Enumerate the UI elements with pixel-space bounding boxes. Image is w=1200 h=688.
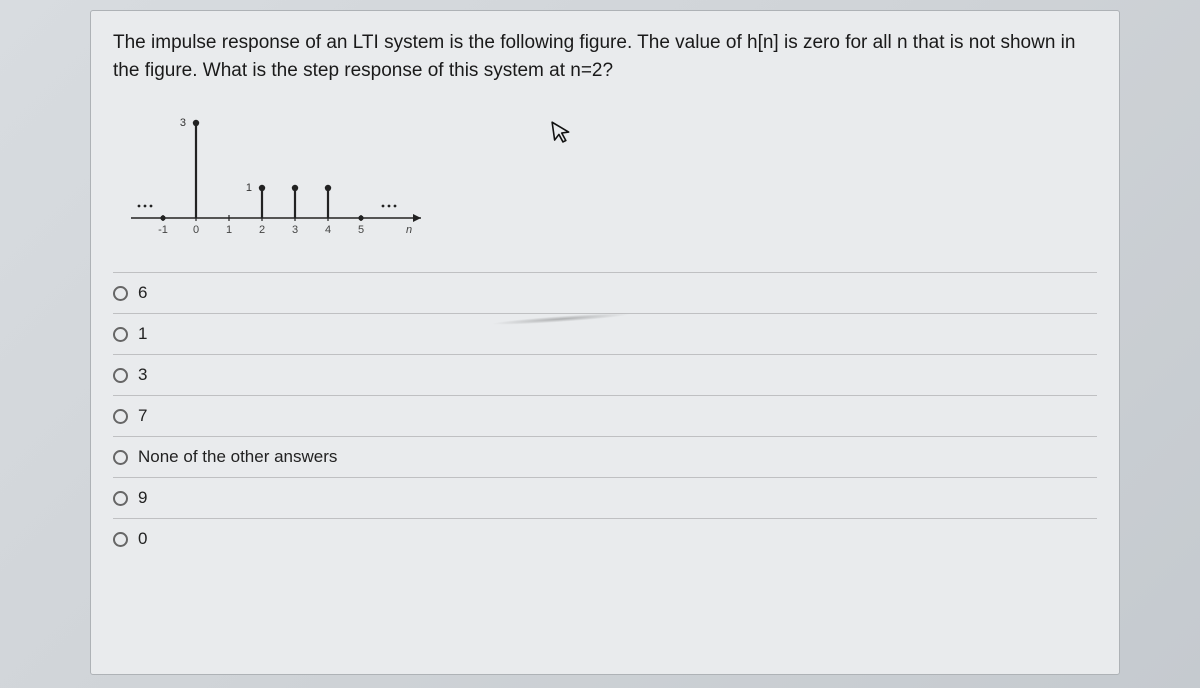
option-label: 0: [138, 529, 147, 549]
radio-icon[interactable]: [113, 368, 128, 383]
xtick: 4: [325, 224, 331, 236]
option-label: 7: [138, 406, 147, 426]
ymarker: 1: [246, 182, 252, 194]
question-text: The impulse response of an LTI system is…: [113, 29, 1097, 84]
option-label: 1: [138, 324, 147, 344]
cursor-icon: [549, 118, 575, 153]
option-label: 6: [138, 283, 147, 303]
radio-icon[interactable]: [113, 450, 128, 465]
stem-plot-svg: -1 0 1 2 3 4 5 n 3: [121, 98, 441, 248]
question-card: The impulse response of an LTI system is…: [90, 10, 1120, 675]
radio-icon[interactable]: [113, 286, 128, 301]
option-label: 9: [138, 488, 147, 508]
option-row[interactable]: 9: [113, 477, 1097, 518]
option-row[interactable]: 6: [113, 272, 1097, 313]
xtick: 2: [259, 224, 265, 236]
option-row[interactable]: 1: [113, 313, 1097, 354]
xtick: 3: [292, 224, 298, 236]
xlabel: n: [406, 224, 412, 236]
xtick: -1: [158, 224, 168, 236]
impulse-response-plot: -1 0 1 2 3 4 5 n 3: [121, 98, 1097, 258]
xtick: 1: [226, 224, 232, 236]
xtick: 0: [193, 224, 199, 236]
xtick: 5: [358, 224, 364, 236]
option-row[interactable]: None of the other answers: [113, 436, 1097, 477]
option-label: 3: [138, 365, 147, 385]
option-label: None of the other answers: [138, 447, 337, 467]
radio-icon[interactable]: [113, 409, 128, 424]
radio-icon[interactable]: [113, 532, 128, 547]
option-row[interactable]: 0: [113, 518, 1097, 559]
radio-icon[interactable]: [113, 327, 128, 342]
option-row[interactable]: 3: [113, 354, 1097, 395]
radio-icon[interactable]: [113, 491, 128, 506]
ymarker: 3: [180, 117, 186, 129]
option-row[interactable]: 7: [113, 395, 1097, 436]
